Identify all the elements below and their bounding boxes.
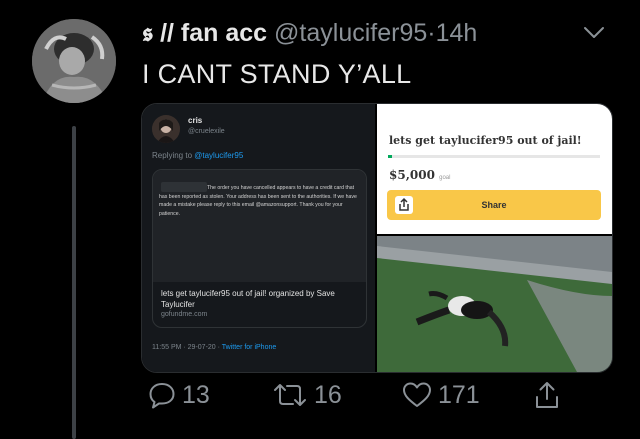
inner-app: Twitter for iPhone [221,344,277,351]
like-icon [403,382,431,407]
gofundme-progress [388,155,600,158]
inner-meta: 11:55 PM · 29-07-20 · Twitter for iPhone [152,344,276,351]
thread-line [72,126,76,439]
retweet-icon [274,384,306,406]
media-screenshot-tweet[interactable]: cris @cruelexile Replying to @taylucifer… [142,104,375,372]
media-grid[interactable]: cris @cruelexile Replying to @taylucifer… [141,103,613,373]
gofundme-share-icon [395,196,413,214]
gofundme-title: lets get taylucifer95 out of jail! [389,134,582,147]
inner-handle: @cruelexile [188,128,225,135]
like-count: 171 [438,380,480,409]
link-card: The order you have cancelled appears to … [152,169,367,328]
reply-icon [149,383,175,409]
timestamp[interactable]: 14h [436,19,478,47]
reply-button[interactable]: 13 [148,377,210,413]
handle[interactable]: @taylucifer95 [274,19,427,47]
inner-name: cris [188,116,203,125]
share-icon [536,382,558,408]
link-card-domain: gofundme.com [161,311,208,318]
avatar-image [32,19,116,103]
replying-handle: @taylucifer95 [194,151,244,160]
retweet-count: 16 [314,380,342,409]
gofundme-progress-fill [388,155,392,158]
email-text: The order you have cancelled appears to … [159,185,357,217]
share-button[interactable] [534,377,560,413]
gofundme-share-button: Share [387,190,601,220]
tweet-text: I CANT STAND Y’ALL [142,59,412,89]
media-gofundme[interactable]: lets get taylucifer95 out of jail! $5,00… [377,104,612,234]
replying-prefix: Replying to [152,151,195,160]
retweet-button[interactable]: 16 [272,377,342,413]
chevron-down-icon[interactable] [583,26,605,40]
inner-avatar [152,115,180,143]
separator: · [427,19,436,47]
media-video-still[interactable] [377,236,612,372]
inner-avatar-image [152,115,180,143]
gofundme-goal-amount: $5,000 [389,168,435,182]
tweet-header: 𝖘 // fan acc @taylucifer95·14h [142,18,477,48]
gofundme-goal-label: goal [439,175,451,181]
gofundme-share-label: Share [481,200,507,210]
like-button[interactable]: 171 [402,377,480,413]
display-name[interactable]: 𝖘 // fan acc [142,19,267,47]
gofundme-amount: $5,000 goal [389,168,450,182]
video-still-image [377,236,612,372]
link-card-image: The order you have cancelled appears to … [153,170,366,282]
inner-timestamp: 11:55 PM · 29-07-20 · [152,344,222,351]
reply-count: 13 [182,380,210,409]
link-card-title: lets get taylucifer95 out of jail! organ… [161,289,335,309]
replying-to: Replying to @taylucifer95 [152,151,243,160]
avatar[interactable] [32,19,116,103]
